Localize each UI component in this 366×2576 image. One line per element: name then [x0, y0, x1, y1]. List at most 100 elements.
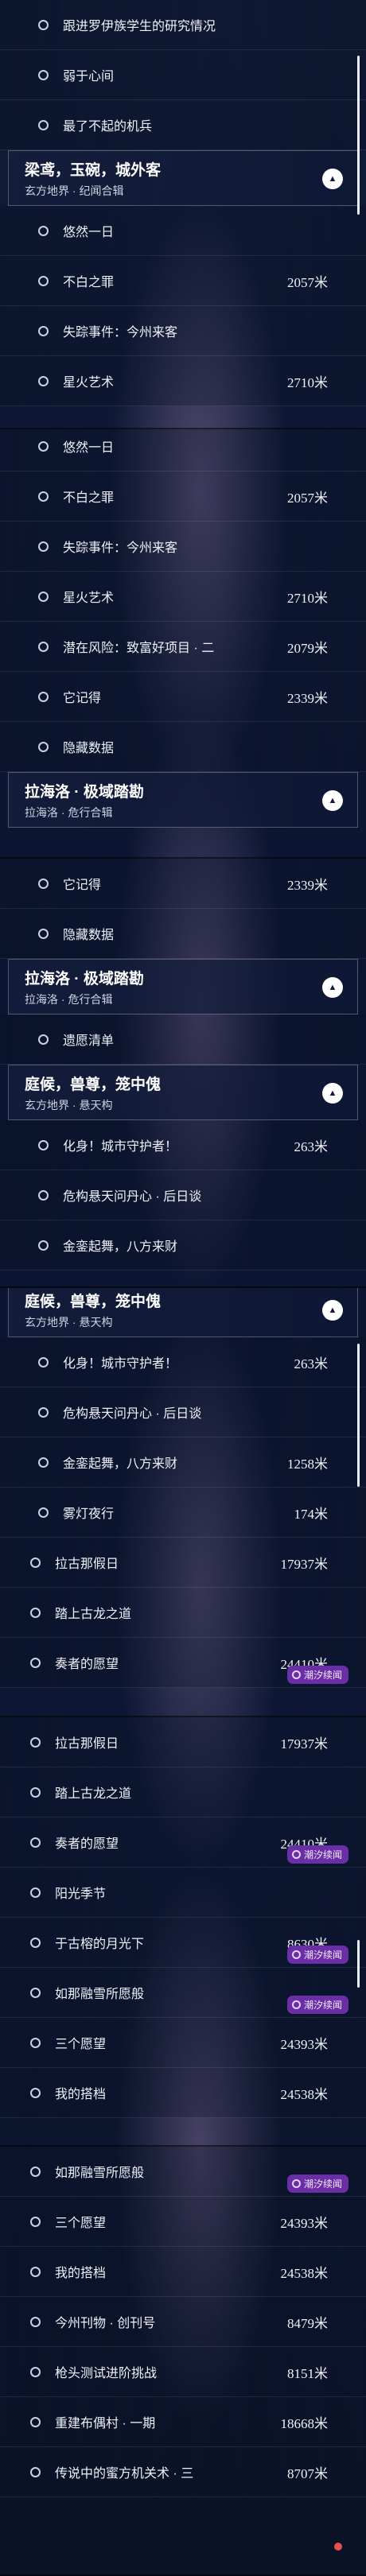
quest-item[interactable]: 拉古那假日 17937米	[0, 1538, 366, 1588]
quest-item[interactable]: 跟进罗伊族学生的研究情况	[0, 0, 366, 50]
quest-item[interactable]: 隐藏数据	[0, 909, 366, 959]
quest-label: 雾灯夜行	[63, 1507, 115, 1521]
circle-icon	[38, 1034, 49, 1045]
quest-item[interactable]: 失踪事件：今州来客	[0, 522, 366, 572]
chevron-up-icon[interactable]: ▲	[322, 169, 343, 189]
quest-item[interactable]: 它记得 2339米	[0, 672, 366, 722]
quest-label: 潜在风险：致富好项目 · 二	[63, 642, 215, 655]
chapter-header[interactable]: 拉海洛 · 极域踏勘 拉海洛 · 危行合辑 ▲	[8, 772, 358, 828]
quest-item[interactable]: 它记得 2339米	[0, 859, 366, 909]
circle-icon	[38, 119, 49, 130]
tide-icon	[291, 1950, 301, 1959]
quest-item[interactable]: 不白之罪 2057米	[0, 256, 366, 306]
quest-item[interactable]: 奏者的愿望 24410米 潮汐续闻	[0, 1638, 366, 1688]
circle-icon	[38, 741, 49, 752]
quest-label: 今州刊物 · 创刊号	[55, 2317, 156, 2330]
quest-item[interactable]: 三个愿望 24393米	[0, 2018, 366, 2068]
quest-item[interactable]: 我的搭档 24538米	[0, 2068, 366, 2118]
chevron-up-icon[interactable]: ▲	[322, 790, 343, 811]
quest-item[interactable]: 弱于心间	[0, 50, 366, 100]
circle-icon	[38, 1457, 49, 1468]
quest-item[interactable]: 隐藏数据	[0, 722, 366, 772]
quest-item[interactable]: 化身！城市守护者！ 263米	[0, 1120, 366, 1170]
quest-item[interactable]: 阳光季节	[0, 1868, 366, 1918]
circle-icon	[30, 1937, 41, 1948]
quest-label: 失踪事件：今州来客	[63, 541, 178, 555]
badge-label: 潮汐续闻	[303, 2178, 342, 2190]
quest-item[interactable]: 潜在风险：致富好项目 · 二 2079米	[0, 622, 366, 672]
quest-item[interactable]: 金銮起舞，八方来财 1258米	[0, 1437, 366, 1488]
quest-item[interactable]: 三个愿望 24393米	[0, 2197, 366, 2247]
chapter-subtitle: 玄方地界 · 纪闻合辑	[25, 184, 124, 197]
scrollbar-thumb[interactable]	[357, 56, 360, 215]
chapter-subtitle: 拉海洛 · 危行合辑	[25, 993, 113, 1006]
quest-item[interactable]: 踏上古龙之道	[0, 1588, 366, 1638]
circle-icon	[38, 1240, 49, 1251]
quest-item[interactable]: 如那融雪所愿般潮汐续闻	[0, 2147, 366, 2197]
scrollbar-thumb[interactable]	[357, 1344, 360, 1487]
quest-label: 星火艺术	[63, 592, 115, 605]
quest-item[interactable]: 星火艺术 2710米	[0, 356, 366, 406]
quest-label: 不白之罪	[63, 276, 115, 289]
chevron-up-icon[interactable]: ▲	[322, 1300, 343, 1321]
quest-label: 金銮起舞，八方来财	[63, 1457, 178, 1471]
tide-icon	[291, 2179, 301, 2188]
quest-item[interactable]: 如那融雪所愿般 潮汐续闻	[0, 1968, 366, 2018]
tide-badge: 潮汐续闻	[286, 1946, 348, 1964]
quest-item[interactable]: 传说中的蜜方机关术 · 三 8707米	[0, 2447, 366, 2497]
quest-item[interactable]: 遗愿清单	[0, 1014, 366, 1065]
quest-label: 枪头测试进阶挑战	[55, 2367, 158, 2380]
quest-distance: 2339米	[287, 877, 328, 893]
chapter-header[interactable]: 庭候，兽尊，笼中傀 玄方地界 · 悬天构 ▲	[8, 1065, 358, 1120]
quest-item[interactable]: 危构悬天问丹心 · 后日谈	[0, 1170, 366, 1220]
quest-item[interactable]: 最了不起的机兵	[0, 100, 366, 150]
chapter-title: 梁鸢，玉碗，城外客	[25, 162, 162, 179]
chevron-up-icon[interactable]: ▲	[322, 977, 343, 998]
quest-distance: 2710米	[287, 374, 328, 390]
quest-item[interactable]: 重建布偶村 · 一期 18668米	[0, 2397, 366, 2447]
quest-item[interactable]: 悠然一日	[0, 206, 366, 256]
chevron-up-icon[interactable]: ▲	[322, 1083, 343, 1104]
circle-icon	[38, 1507, 49, 1518]
quest-item[interactable]: 奏者的愿望 24410米 潮汐续闻	[0, 1818, 366, 1868]
quest-distance: 1258米	[287, 1456, 328, 1472]
quest-label: 奏者的愿望	[55, 1658, 119, 1671]
quest-item[interactable]: 失踪事件：今州来客	[0, 306, 366, 356]
quest-label: 阳光季节	[55, 1887, 107, 1901]
quest-item[interactable]: 拉古那假日 17937米	[0, 1717, 366, 1767]
quest-item[interactable]: 星火艺术 2710米	[0, 572, 366, 622]
quest-distance: 24538米	[280, 2265, 329, 2281]
quest-label: 三个愿望	[55, 2217, 107, 2230]
scrollbar-thumb[interactable]	[357, 1940, 360, 1988]
quest-item[interactable]: 危构悬天问丹心 · 后日谈	[0, 1387, 366, 1437]
quest-label: 弱于心间	[63, 70, 115, 83]
quest-label: 我的搭档	[55, 2267, 107, 2280]
quest-item[interactable]: 不白之罪 2057米	[0, 471, 366, 522]
chapter-header[interactable]: 拉海洛 · 极域踏勘 拉海洛 · 危行合辑 ▲	[8, 959, 358, 1014]
circle-icon	[30, 2216, 41, 2227]
quest-item[interactable]: 雾灯夜行 174米	[0, 1488, 366, 1538]
circle-icon	[30, 2266, 41, 2277]
quest-item[interactable]: 我的搭档 24538米	[0, 2247, 366, 2297]
chapter-header[interactable]: 庭候，兽尊，笼中傀 玄方地界 · 悬天构 ▲	[8, 1288, 358, 1337]
badge-label: 潮汐续闻	[303, 1949, 342, 1961]
quest-item[interactable]: 今州刊物 · 创刊号 8479米	[0, 2297, 366, 2347]
chapter-title: 拉海洛 · 极域踏勘	[25, 784, 144, 801]
quest-item[interactable]: 金銮起舞，八方来财	[0, 1220, 366, 1271]
quest-label: 奏者的愿望	[55, 1837, 119, 1851]
list-segment: 悠然一日 不白之罪 2057米 失踪事件：今州来客 星火艺术 2710米 潜在风险：致富好项…	[0, 429, 366, 859]
chapter-header[interactable]: 梁鸢，玉碗，城外客玄方地界 · 纪闻合辑 ▲	[8, 150, 358, 206]
tide-icon	[291, 1850, 301, 1859]
quest-item[interactable]: 悠然一日	[0, 429, 366, 471]
quest-item[interactable]: 枪头测试进阶挑战 8151米	[0, 2347, 366, 2397]
quest-label: 如那融雪所愿般	[55, 2167, 145, 2180]
quest-item[interactable]: 于古榕的月光下 8630米 潮汐续闻	[0, 1918, 366, 1968]
chapter-subtitle: 玄方地界 · 悬天构	[25, 1099, 113, 1111]
quest-item[interactable]: 化身！城市守护者！ 263米	[0, 1337, 366, 1387]
quest-label: 失踪事件：今州来客	[63, 326, 178, 339]
badge-label: 潮汐续闻	[303, 1849, 342, 1860]
badge-label: 潮汐续闻	[303, 2000, 342, 2011]
circle-icon	[30, 2166, 41, 2177]
quest-item[interactable]: 踏上古龙之道	[0, 1767, 366, 1818]
quest-label: 最了不起的机兵	[63, 120, 153, 134]
